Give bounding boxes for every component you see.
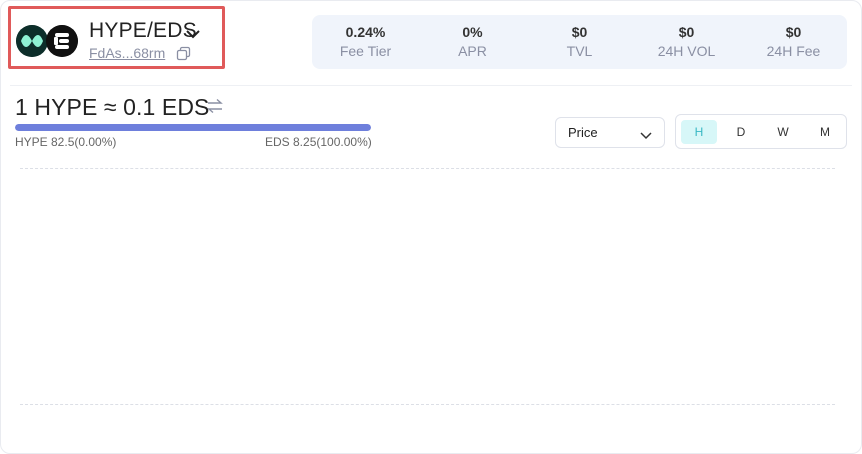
interval-week-button[interactable]: W — [765, 120, 801, 144]
stat-value: $0 — [678, 24, 695, 40]
chart-type-select[interactable]: Price — [555, 117, 665, 148]
interval-day-button[interactable]: D — [723, 120, 759, 144]
stat-label: APR — [458, 43, 487, 59]
stat-value: $0 — [571, 24, 588, 40]
stat-value: 0% — [462, 24, 483, 40]
stat-tvl: $0 TVL — [530, 23, 630, 61]
stat-label: 24H VOL — [657, 43, 716, 59]
stat-24h-vol: $0 24H VOL — [637, 23, 737, 61]
liquidity-ratio-fill — [15, 124, 371, 131]
stat-label: 24H Fee — [766, 43, 821, 59]
pool-stats: 0.24% Fee Tier 0% APR $0 TVL $0 24H VOL … — [312, 15, 847, 69]
stat-label: Fee Tier — [339, 43, 392, 59]
pair-title[interactable]: HYPE/EDS — [89, 19, 197, 43]
stat-apr: 0% APR — [423, 23, 523, 61]
interval-toggle-group: H D W M — [675, 114, 847, 149]
chart-type-value: Price — [568, 125, 598, 140]
interval-month-button[interactable]: M — [807, 120, 843, 144]
chevron-down-icon[interactable] — [185, 27, 201, 39]
stat-label: TVL — [566, 43, 593, 59]
chevron-down-icon — [639, 128, 653, 140]
eds-logo-icon — [46, 25, 78, 57]
stat-fee-tier: 0.24% Fee Tier — [316, 23, 416, 61]
divider — [10, 85, 852, 86]
hype-logo-icon — [16, 25, 48, 57]
stat-24h-fee: $0 24H Fee — [744, 23, 844, 61]
liquidity-ratio-bar — [15, 124, 371, 131]
chart-gridline-top — [20, 168, 835, 169]
stat-value: 0.24% — [345, 24, 386, 40]
interval-hour-button[interactable]: H — [681, 120, 717, 144]
stat-value: $0 — [785, 24, 802, 40]
exchange-rate: 1 HYPE ≈ 0.1 EDS — [15, 94, 210, 120]
swap-direction-icon[interactable] — [206, 98, 224, 114]
pool-address-link[interactable]: FdAs...68rm — [89, 45, 165, 61]
copy-icon[interactable] — [176, 46, 191, 61]
token-b-ratio-label: EDS 8.25(100.00%) — [265, 135, 372, 149]
token-a-ratio-label: HYPE 82.5(0.00%) — [15, 135, 117, 149]
chart-gridline-bottom — [20, 404, 835, 405]
